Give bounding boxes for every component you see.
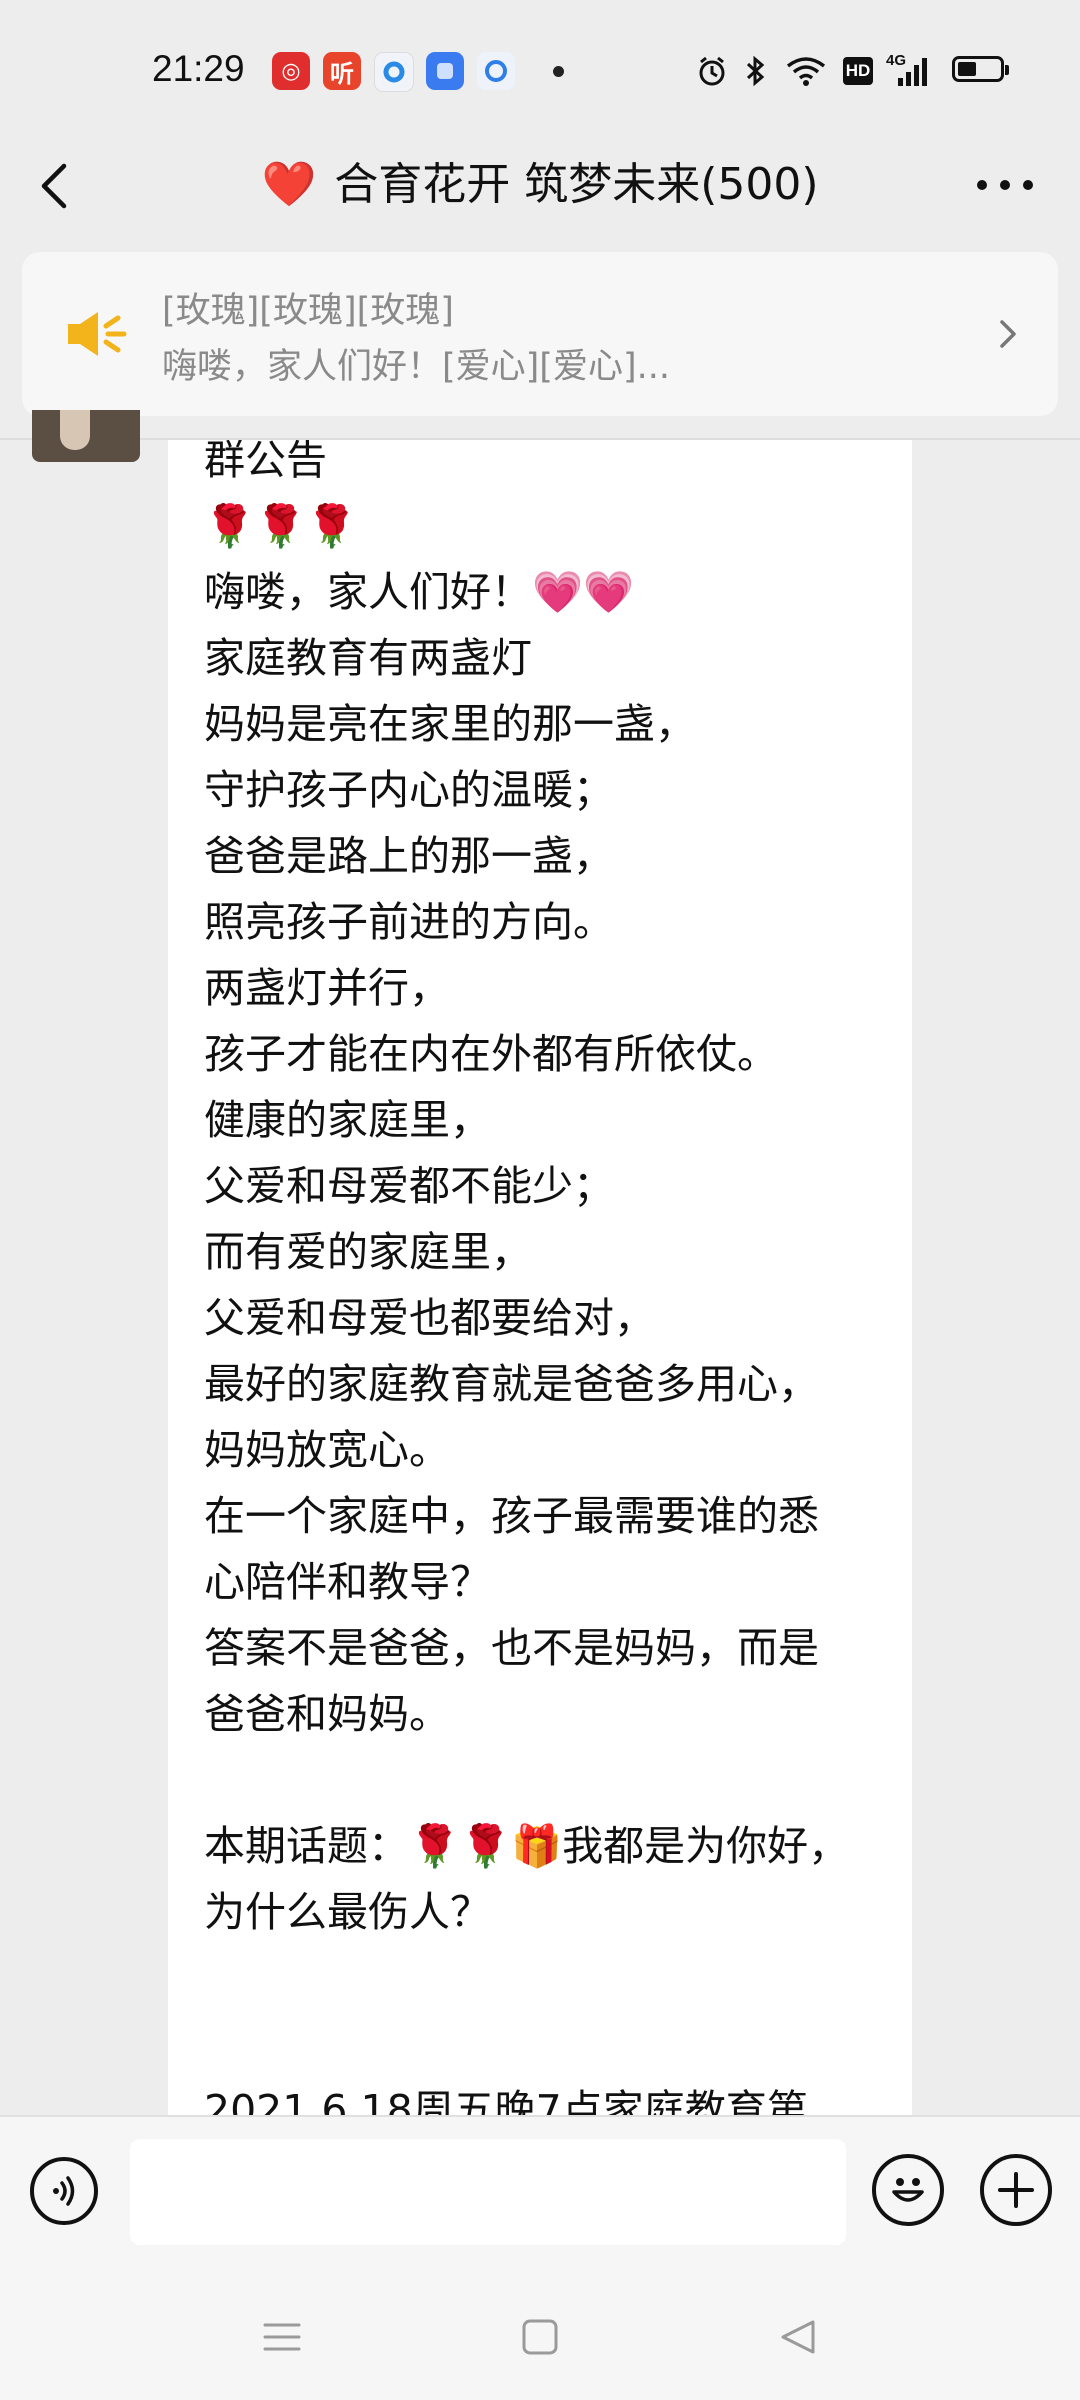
home-button[interactable]	[520, 2317, 560, 2357]
circle-app-icon	[374, 52, 414, 92]
hd-label: HD	[842, 57, 874, 85]
chevron-right-icon	[996, 314, 1022, 354]
more-notifications-dot	[553, 66, 564, 77]
heart-icon: ❤️	[261, 159, 317, 210]
recent-apps-button[interactable]	[262, 2317, 302, 2357]
message-line: 健康的家庭里，	[204, 1096, 491, 1144]
message-line: 妈妈放宽心。	[204, 1426, 450, 1474]
message-line: 嗨喽，家人们好！💗💗	[204, 568, 635, 616]
message-line: 答案不是爸爸，也不是妈妈，而是	[204, 1624, 819, 1672]
message-line: 在一个家庭中，孩子最需要谁的悉	[204, 1492, 819, 1540]
square-app-icon	[426, 52, 464, 90]
more-functions-button[interactable]	[980, 2154, 1052, 2226]
message-line: 爸爸和妈妈。	[204, 1690, 450, 1738]
hd-badge: HD	[842, 52, 874, 90]
message-line: 而有爱的家庭里，	[204, 1228, 532, 1276]
wifi-icon	[784, 52, 828, 90]
message-line: 2021.6.18周五晚7点家庭教育第	[204, 2086, 808, 2116]
message-text-input[interactable]	[130, 2139, 846, 2245]
smiley-icon	[892, 2178, 924, 2202]
message-line: 父爱和母爱也都要给对，	[204, 1294, 655, 1342]
plus-icon	[998, 2172, 1034, 2208]
system-back-button[interactable]	[778, 2317, 818, 2357]
battery-icon	[952, 56, 1009, 82]
more-options-button[interactable]	[970, 172, 1040, 198]
message-line: 爸爸是路上的那一盏，	[204, 832, 614, 880]
megaphone-icon	[64, 304, 130, 364]
message-line: 妈妈是亮在家里的那一盏，	[204, 700, 696, 748]
network-label: 4G	[886, 52, 907, 69]
sender-avatar[interactable]	[32, 410, 140, 462]
status-bar: 21:29 ◎ 听 HD 4G	[0, 0, 1080, 130]
message-line: 两盏灯并行，	[204, 964, 450, 1012]
message-line: 为什么最伤人？	[204, 1888, 491, 1936]
message-line: 心陪伴和教导？	[204, 1558, 491, 1606]
listen-app-icon: 听	[323, 52, 361, 90]
message-line: 照亮孩子前进的方向。	[204, 898, 614, 946]
message-bubble[interactable]: 群公告 🌹🌹🌹 嗨喽，家人们好！💗💗 家庭教育有两盏灯 妈妈是亮在家里的那一盏，…	[168, 440, 912, 2115]
message-line: 🌹🌹🌹	[204, 502, 358, 550]
system-navigation-bar	[0, 2275, 1080, 2400]
voice-input-button[interactable]	[30, 2157, 98, 2225]
announcement-line-2: 嗨喽，家人们好！[爱心][爱心]...	[162, 347, 670, 387]
group-name: 合育花开 筑梦未来(500)	[334, 159, 819, 210]
bluetooth-icon	[740, 52, 770, 90]
more-dots-icon	[977, 180, 1033, 190]
chat-header: ❤️ 合育花开 筑梦未来(500)	[0, 130, 1080, 240]
alarm-icon	[692, 52, 732, 90]
message-line: 守护孩子内心的温暖；	[204, 766, 614, 814]
message-line: 孩子才能在内在外都有所依仗。	[204, 1030, 778, 1078]
message-line: 家庭教育有两盏灯	[204, 634, 532, 682]
cellular-signal-icon: 4G	[886, 52, 936, 90]
pinduoduo-app-icon: ◎	[272, 52, 310, 90]
message-line: 群公告	[204, 440, 327, 484]
chat-title: ❤️ 合育花开 筑梦未来(500)	[0, 148, 1080, 212]
group-announcement-banner[interactable]: [玫瑰][玫瑰][玫瑰] 嗨喽，家人们好！[爱心][爱心]...	[22, 252, 1058, 416]
message-input-bar	[0, 2115, 1080, 2277]
message-line: 最好的家庭教育就是爸爸多用心，	[204, 1360, 819, 1408]
message-line: 父爱和母爱都不能少；	[204, 1162, 614, 1210]
message-line: 本期话题：🌹🌹🎁我都是为你好，	[204, 1822, 850, 1870]
emoji-button[interactable]	[872, 2154, 944, 2226]
browser-app-icon	[477, 52, 515, 90]
announcement-line-1: [玫瑰][玫瑰][玫瑰]	[162, 291, 454, 331]
voice-icon	[53, 2176, 75, 2206]
status-time: 21:29	[152, 48, 245, 89]
